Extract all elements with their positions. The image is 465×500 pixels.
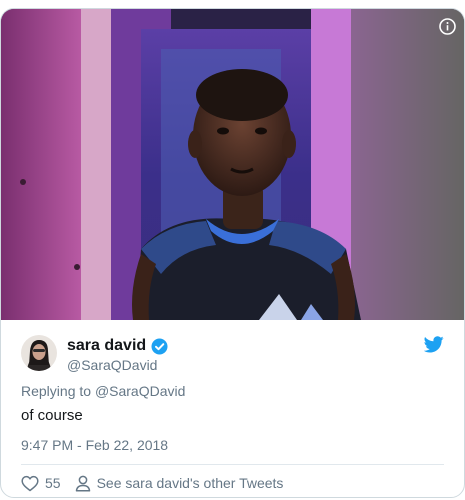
tweet-media[interactable] — [1, 9, 464, 320]
info-icon[interactable] — [439, 18, 456, 35]
tweet-body: sara david @SaraQDavid Replying to @Sara… — [1, 320, 464, 497]
author-names: sara david @SaraQDavid — [67, 337, 168, 373]
display-name-row: sara david — [67, 337, 168, 355]
tweet-timestamp[interactable]: 9:47 PM - Feb 22, 2018 — [21, 436, 444, 454]
like-count: 55 — [45, 475, 61, 491]
tweet-text: of course — [21, 407, 83, 424]
like-button[interactable]: 55 — [21, 475, 61, 492]
avatar-image — [21, 335, 57, 371]
reply-context: Replying to @SaraQDavid — [21, 382, 444, 400]
verified-badge-icon — [151, 338, 168, 354]
heart-icon — [21, 475, 39, 491]
display-name[interactable]: sara david — [67, 337, 146, 355]
reply-prefix: Replying to — [21, 383, 92, 399]
person-icon — [75, 475, 90, 492]
tweet-header: sara david @SaraQDavid — [21, 320, 444, 382]
twitter-bird-icon[interactable] — [424, 336, 444, 353]
tweet-actions: 55 See sara david's other Tweets — [21, 465, 444, 497]
other-tweets-link[interactable]: See sara david's other Tweets — [75, 475, 284, 492]
avatar[interactable] — [21, 335, 57, 371]
reply-mention[interactable]: @SaraQDavid — [95, 383, 185, 399]
tweet-card: sara david @SaraQDavid Replying to @Sara… — [0, 8, 465, 498]
tweet-photo — [1, 9, 464, 320]
author-handle[interactable]: @SaraQDavid — [67, 357, 168, 373]
other-tweets-label: See sara david's other Tweets — [96, 475, 284, 491]
